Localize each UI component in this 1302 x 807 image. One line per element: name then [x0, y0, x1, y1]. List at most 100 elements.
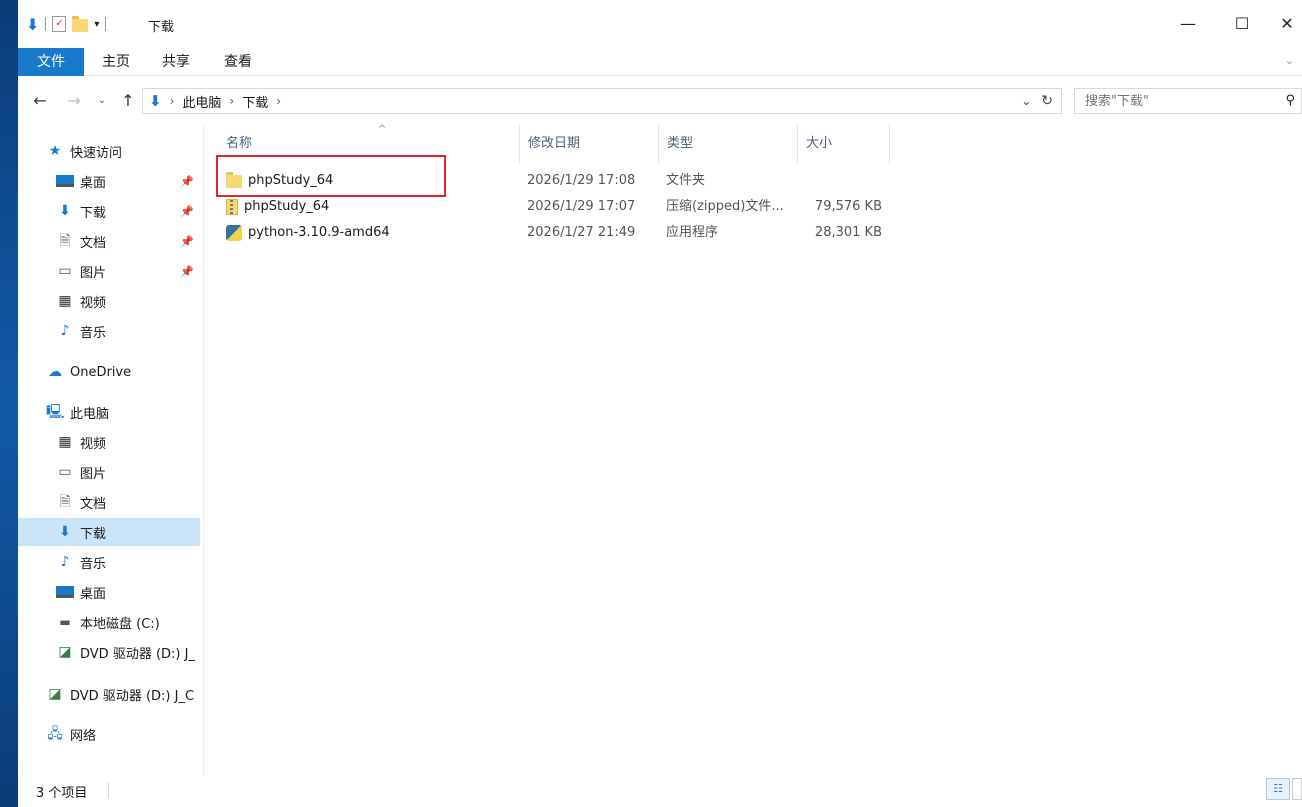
- nav-pc-downloads[interactable]: ⬇ 下载: [18, 518, 200, 546]
- nav-label: 文档: [80, 496, 107, 512]
- nav-quick-access[interactable]: ★ 快速访问: [18, 137, 200, 165]
- nav-pc-music[interactable]: ♪ 音乐: [18, 548, 200, 576]
- nav-this-pc[interactable]: 🖳 此电脑: [18, 398, 200, 426]
- breadcrumb-this-pc[interactable]: 此电脑: [182, 92, 221, 111]
- maximize-button[interactable]: ☐: [1222, 12, 1262, 36]
- file-size: 79,576 KB: [814, 199, 882, 214]
- nav-quick-music[interactable]: ♪ 音乐: [18, 317, 200, 345]
- nav-quick-pictures[interactable]: ▭ 图片 📌: [18, 257, 200, 285]
- new-folder-icon[interactable]: [72, 16, 89, 32]
- item-count: 3 个项目: [36, 786, 88, 801]
- file-name: python-3.10.9-amd64: [248, 225, 390, 240]
- minimize-icon: —: [1180, 14, 1196, 33]
- back-arrow-icon: ←: [33, 91, 47, 110]
- download-arrow-icon: ⬇: [59, 524, 71, 540]
- chevron-down-icon: ⌄: [97, 95, 107, 106]
- nav-label: 此电脑: [70, 406, 110, 422]
- breadcrumb-separator: ›: [229, 94, 235, 108]
- pin-icon[interactable]: 📌: [180, 205, 194, 218]
- nav-pc-desktop[interactable]: 桌面: [18, 578, 200, 606]
- pin-icon[interactable]: 📌: [180, 175, 194, 188]
- nav-pc-pictures[interactable]: ▭ 图片: [18, 458, 200, 486]
- expand-ribbon-chevron-icon[interactable]: ⌄: [1285, 54, 1294, 67]
- view-switcher: ☷: [1266, 778, 1302, 800]
- back-button[interactable]: ←: [30, 90, 50, 112]
- recent-locations-button[interactable]: ⌄: [92, 90, 112, 112]
- nav-pc-videos[interactable]: ▦ 视频: [18, 428, 200, 456]
- properties-icon[interactable]: ✓: [52, 16, 67, 32]
- nav-network[interactable]: 🖧 网络: [18, 720, 200, 748]
- forward-button[interactable]: →: [64, 90, 84, 112]
- column-label: 名称: [226, 136, 253, 151]
- picture-icon: ▭: [58, 263, 72, 279]
- tab-share[interactable]: 共享: [148, 48, 204, 76]
- pin-icon[interactable]: 📌: [180, 265, 194, 278]
- file-date: 2026/1/27 21:49: [527, 225, 636, 240]
- close-button[interactable]: ✕: [1272, 12, 1302, 36]
- file-explorer-window: ⬇ ✓ ▾ 下载 — ☐ ✕ 文件 主页 共享 查看 ⌄ ← → ⌄ ↑ ⬇ ›…: [18, 0, 1302, 807]
- nav-label: DVD 驱动器 (D:) J_C: [70, 688, 195, 704]
- title-bar: ⬇ ✓ ▾ 下载 — ☐ ✕: [18, 0, 1302, 48]
- search-input[interactable]: [1085, 93, 1275, 109]
- search-box[interactable]: ⚲: [1074, 88, 1302, 114]
- address-history-chevron-icon[interactable]: ⌄: [1021, 94, 1031, 108]
- nav-label: 音乐: [80, 325, 107, 341]
- nav-dvd-drive[interactable]: ◪ DVD 驱动器 (D:) J_C: [18, 680, 200, 708]
- breadcrumb-downloads[interactable]: 下载: [242, 92, 268, 111]
- network-icon: 🖧: [47, 726, 63, 742]
- download-arrow-icon: ⬇: [59, 203, 71, 219]
- nav-pc-dvd[interactable]: ◪ DVD 驱动器 (D:) J_: [18, 638, 200, 666]
- nav-label: 图片: [80, 265, 107, 281]
- separator: [105, 17, 107, 31]
- up-button[interactable]: ↑: [118, 90, 138, 112]
- folder-icon: [226, 171, 242, 188]
- column-header-size[interactable]: 大小: [798, 124, 890, 164]
- file-size: 28,301 KB: [814, 225, 882, 240]
- document-icon: 🗎: [59, 233, 71, 249]
- nav-label: DVD 驱动器 (D:) J_: [80, 646, 195, 662]
- nav-onedrive[interactable]: ☁ OneDrive: [18, 358, 200, 386]
- file-row[interactable]: phpStudy_64 2026/1/29 17:07 压缩(zipped)文件…: [204, 194, 894, 220]
- file-row[interactable]: phpStudy_64 2026/1/29 17:08 文件夹: [204, 168, 894, 194]
- address-bar[interactable]: ⬇ › 此电脑 › 下载 › ⌄ ↻: [142, 88, 1062, 114]
- large-icons-view-button[interactable]: [1292, 778, 1302, 800]
- file-name: phpStudy_64: [248, 173, 334, 188]
- tab-view[interactable]: 查看: [210, 48, 266, 76]
- file-date: 2026/1/29 17:08: [527, 173, 636, 188]
- file-row[interactable]: python-3.10.9-amd64 2026/1/27 21:49 应用程序…: [204, 220, 894, 246]
- file-name: phpStudy_64: [244, 199, 330, 214]
- nav-quick-desktop[interactable]: 桌面 📌: [18, 167, 200, 195]
- dvd-drive-icon: ◪: [48, 686, 62, 702]
- status-bar: 3 个项目 ☷: [18, 776, 1302, 804]
- window-title: 下载: [148, 20, 175, 35]
- file-size: [804, 168, 882, 194]
- column-header-type[interactable]: 类型: [659, 124, 798, 164]
- nav-label: OneDrive: [70, 364, 132, 380]
- music-note-icon: ♪: [60, 323, 70, 339]
- nav-quick-downloads[interactable]: ⬇ 下载 📌: [18, 197, 200, 225]
- file-list: 名称 ^ 修改日期 类型 大小 phpStudy_64 2026/1/29 17…: [204, 124, 1302, 776]
- nav-quick-documents[interactable]: 🗎 文档 📌: [18, 227, 200, 255]
- maximize-icon: ☐: [1234, 14, 1250, 33]
- nav-label: 视频: [80, 295, 107, 311]
- refresh-icon[interactable]: ↻: [1041, 93, 1053, 109]
- dvd-drive-icon: ◪: [58, 644, 72, 660]
- navigation-pane: ★ 快速访问 桌面 📌 ⬇ 下载 📌 🗎 文档 📌 ▭ 图片 📌 ▦ 视频 ♪ …: [18, 124, 204, 776]
- nav-pc-local-disk[interactable]: ▬ 本地磁盘 (C:): [18, 608, 200, 636]
- zip-icon: [226, 199, 238, 215]
- star-icon: ★: [48, 143, 62, 159]
- file-type: 压缩(zipped)文件...: [666, 199, 784, 214]
- file-type: 文件夹: [666, 173, 706, 188]
- cloud-icon: ☁: [48, 364, 62, 380]
- nav-quick-videos[interactable]: ▦ 视频: [18, 287, 200, 315]
- details-view-button[interactable]: ☷: [1266, 778, 1290, 800]
- customize-toolbar-icon[interactable]: ▾: [94, 19, 99, 30]
- search-icon: ⚲: [1285, 93, 1295, 108]
- tab-file[interactable]: 文件: [18, 48, 84, 76]
- column-header-date[interactable]: 修改日期: [520, 124, 659, 164]
- nav-label: 音乐: [80, 556, 107, 572]
- tab-home[interactable]: 主页: [88, 48, 144, 76]
- nav-pc-documents[interactable]: 🗎 文档: [18, 488, 200, 516]
- minimize-button[interactable]: —: [1168, 12, 1208, 36]
- pin-icon[interactable]: 📌: [180, 235, 194, 248]
